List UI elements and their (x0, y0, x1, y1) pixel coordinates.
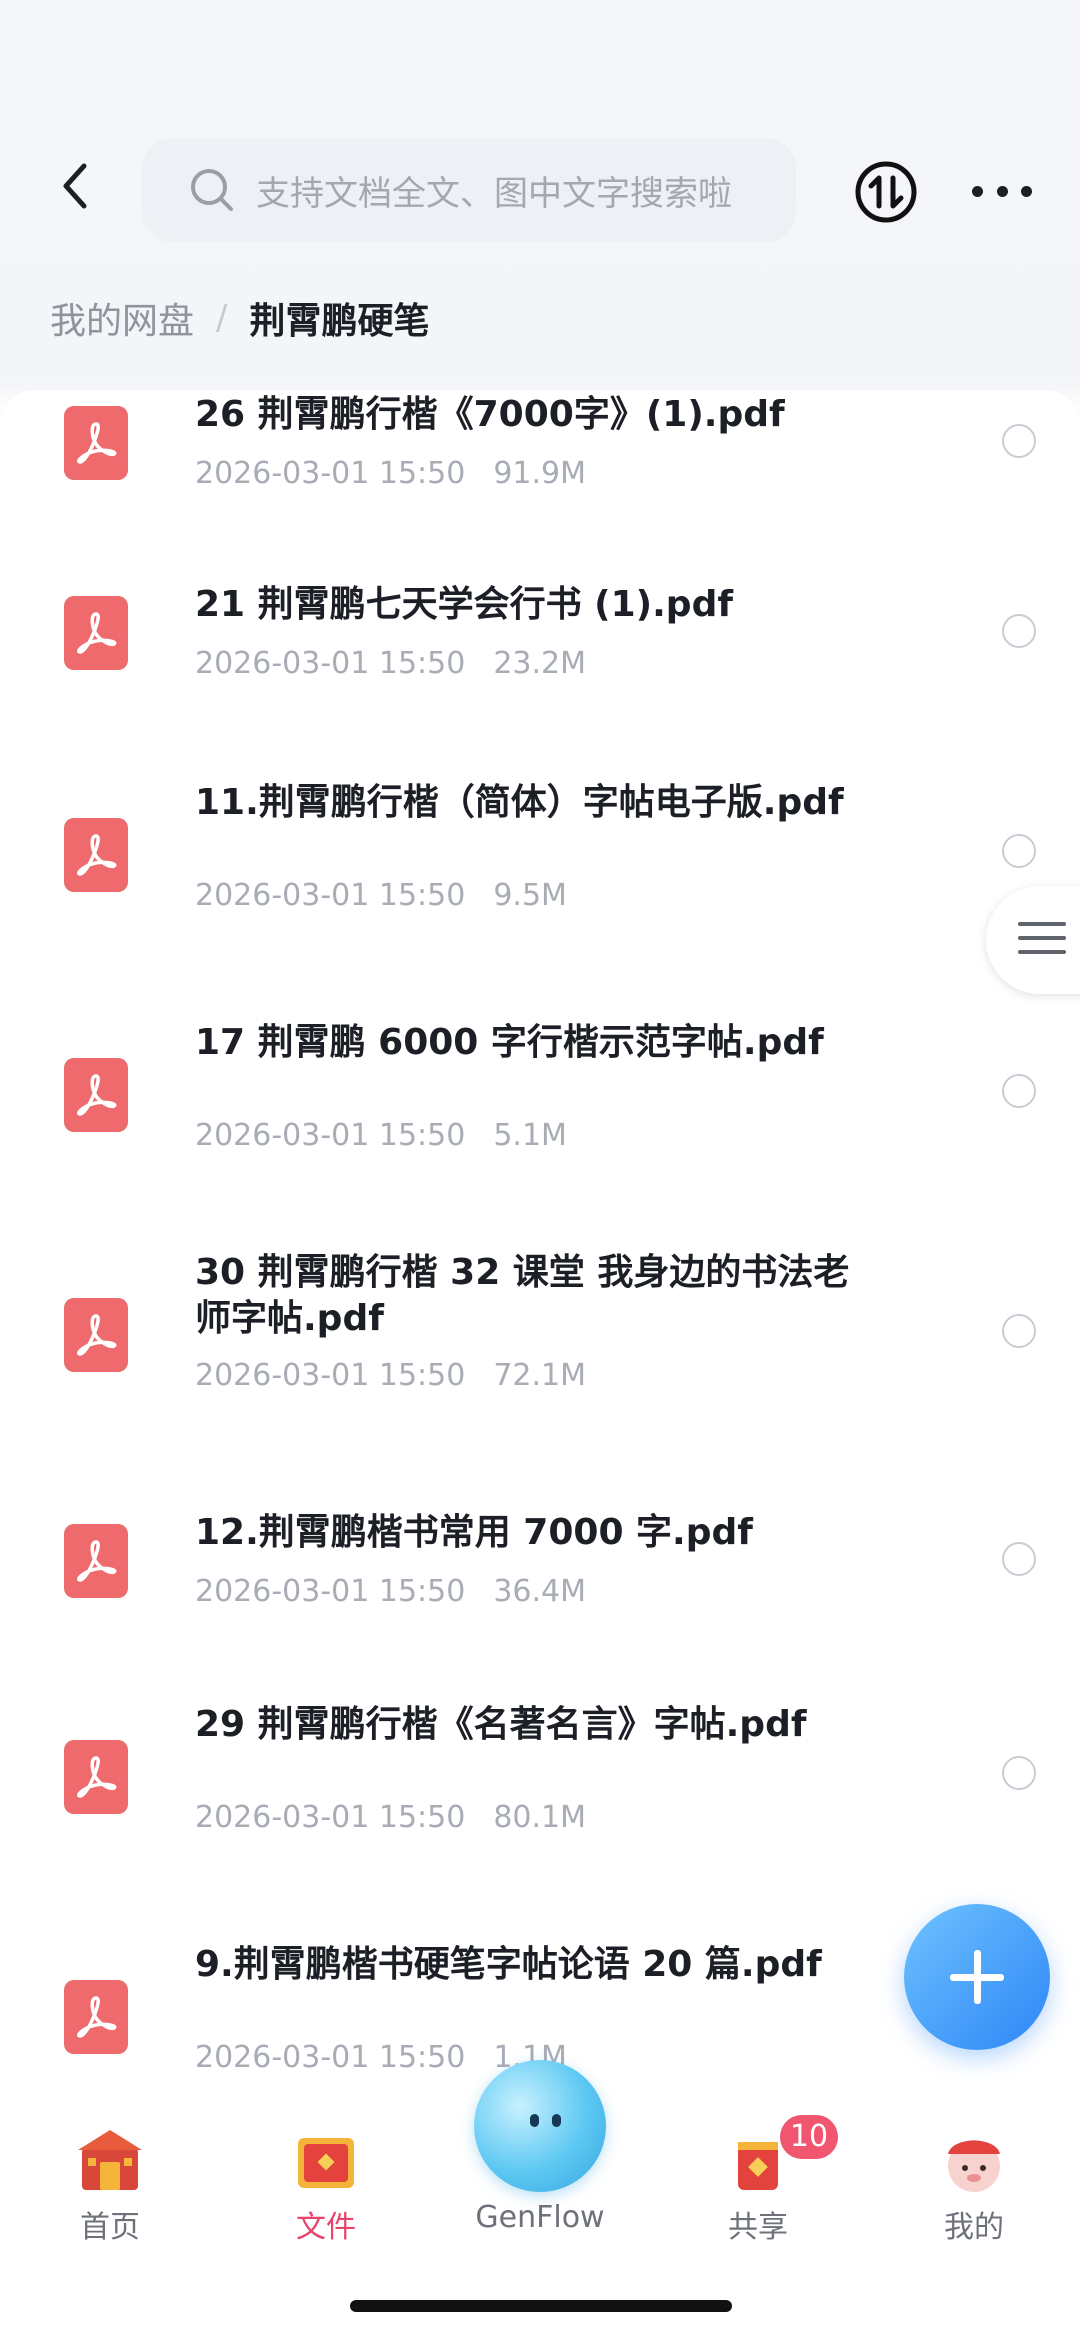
breadcrumb: 我的网盘 / 荆霄鹏硬笔 (50, 292, 430, 344)
add-button[interactable] (904, 1904, 1050, 2050)
tab-mine[interactable]: 我的 (904, 2124, 1044, 2246)
chevron-left-icon (63, 163, 87, 209)
search-input[interactable]: 支持文档全文、图中文字搜索啦 (142, 138, 796, 242)
genflow-eye-icon (530, 2114, 539, 2127)
menu-icon (1018, 922, 1066, 964)
file-name: 26 荆霄鹏行楷《7000字》(1).pdf (195, 394, 785, 435)
sort-icon (855, 161, 917, 223)
pdf-icon (64, 596, 128, 670)
list-item[interactable]: 29 荆霄鹏行楷《名著名言》字帖.pdf 2026-03-01 15:50 80.… (0, 1704, 1080, 1880)
list-item[interactable]: 26 荆霄鹏行楷《7000字》(1).pdf 2026-03-01 15:50 9… (0, 390, 1080, 530)
tab-files[interactable]: 文件 (256, 2124, 396, 2246)
pdf-icon (64, 818, 128, 892)
avatar-icon (938, 2124, 1010, 2196)
file-meta: 2026-03-01 15:50 72.1M (195, 1358, 586, 1393)
file-meta: 2026-03-01 15:50 5.1M (195, 1118, 567, 1153)
select-checkbox[interactable] (1002, 1542, 1036, 1576)
select-checkbox[interactable] (1002, 424, 1036, 458)
file-date: 2026-03-01 15:50 (195, 456, 466, 491)
file-date: 2026-03-01 15:50 (195, 646, 466, 681)
file-date: 2026-03-01 15:50 (195, 1800, 466, 1835)
tab-home-label: 首页 (80, 2210, 140, 2245)
more-dot-icon (996, 185, 1008, 197)
pdf-icon (64, 1298, 128, 1372)
genflow-button[interactable] (474, 2060, 606, 2192)
file-date: 2026-03-01 15:50 (195, 1118, 466, 1153)
file-name: 17 荆霄鹏 6000 字行楷示范字帖.pdf (195, 1022, 824, 1063)
file-date: 2026-03-01 15:50 (195, 1358, 466, 1393)
pdf-icon (64, 1740, 128, 1814)
select-checkbox[interactable] (1002, 1756, 1036, 1790)
select-checkbox[interactable] (1002, 1314, 1036, 1348)
genflow-eye-icon (552, 2114, 561, 2127)
more-dot-icon (1021, 185, 1032, 197)
tab-genflow-label: GenFlow (475, 2200, 605, 2235)
file-date: 2026-03-01 15:50 (195, 2040, 466, 2075)
file-list: 26 荆霄鹏行楷《7000字》(1).pdf 2026-03-01 15:50 9… (0, 390, 1080, 2090)
file-size: 9.5M (493, 878, 567, 913)
file-size: 91.9M (493, 456, 587, 491)
back-button[interactable] (54, 158, 102, 214)
file-date: 2026-03-01 15:50 (195, 878, 466, 913)
select-checkbox[interactable] (1002, 834, 1036, 868)
breadcrumb-current: 荆霄鹏硬笔 (249, 301, 430, 342)
file-meta: 2026-03-01 15:50 91.9M (195, 456, 586, 491)
select-checkbox[interactable] (1002, 614, 1036, 648)
tab-share-label: 共享 (728, 2210, 788, 2245)
search-placeholder: 支持文档全文、图中文字搜索啦 (256, 173, 732, 214)
file-size: 80.1M (493, 1800, 587, 1835)
search-icon (191, 169, 233, 211)
sort-button[interactable] (854, 160, 918, 224)
file-size: 23.2M (493, 646, 587, 681)
list-item[interactable]: 30 荆霄鹏行楷 32 课堂 我身边的书法老师字帖.pdf 2026-03-01… (0, 1250, 1080, 1450)
file-meta: 2026-03-01 15:50 80.1M (195, 1800, 586, 1835)
file-name: 11.荆霄鹏行楷（简体）字帖电子版.pdf (195, 782, 844, 823)
tab-mine-label: 我的 (944, 2210, 1004, 2245)
breadcrumb-root[interactable]: 我的网盘 (50, 292, 194, 344)
pdf-icon (64, 1058, 128, 1132)
home-icon (74, 2124, 146, 2196)
file-name: 30 荆霄鹏行楷 32 课堂 我身边的书法老师字帖.pdf (195, 1252, 850, 1339)
list-item[interactable]: 12.荆霄鹏楷书常用 7000 字.pdf 2026-03-01 15:50 36… (0, 1490, 1080, 1640)
file-name: 21 荆霄鹏七天学会行书 (1).pdf (195, 584, 733, 625)
list-item[interactable]: 11.荆霄鹏行楷（简体）字帖电子版.pdf 2026-03-01 15:50 9.… (0, 782, 1080, 960)
breadcrumb-separator: / (216, 298, 228, 338)
list-item[interactable]: 21 荆霄鹏七天学会行书 (1).pdf 2026-03-01 15:50 23.… (0, 570, 1080, 720)
file-name: 12.荆霄鹏楷书常用 7000 字.pdf (195, 1512, 753, 1553)
file-meta: 2026-03-01 15:50 36.4M (195, 1574, 586, 1609)
pdf-icon (64, 1524, 128, 1598)
home-indicator (350, 2300, 732, 2312)
list-item[interactable]: 17 荆霄鹏 6000 字行楷示范字帖.pdf 2026-03-01 15:50… (0, 1022, 1080, 1200)
file-name: 9.荆霄鹏楷书硬笔字帖论语 20 篇.pdf (195, 1944, 822, 1985)
tab-home[interactable]: 首页 (40, 2124, 180, 2246)
pdf-icon (64, 1980, 128, 2054)
file-name: 29 荆霄鹏行楷《名著名言》字帖.pdf (195, 1704, 807, 1745)
file-meta: 2026-03-01 15:50 9.5M (195, 878, 567, 913)
share-badge: 10 (780, 2115, 838, 2159)
more-dot-icon (972, 185, 983, 197)
pdf-icon (64, 406, 128, 480)
more-options-button[interactable] (972, 168, 1032, 214)
app-screen: 支持文档全文、图中文字搜索啦 我的网盘 / 荆霄鹏硬笔 26 荆霄鹏行楷《700… (0, 0, 1080, 2337)
file-size: 72.1M (493, 1358, 587, 1393)
file-size: 36.4M (493, 1574, 587, 1609)
file-meta: 2026-03-01 15:50 23.2M (195, 646, 586, 681)
file-size: 5.1M (493, 1118, 567, 1153)
tab-files-label: 文件 (296, 2210, 356, 2245)
select-checkbox[interactable] (1002, 1074, 1036, 1108)
folder-icon (290, 2124, 362, 2196)
file-date: 2026-03-01 15:50 (195, 1574, 466, 1609)
